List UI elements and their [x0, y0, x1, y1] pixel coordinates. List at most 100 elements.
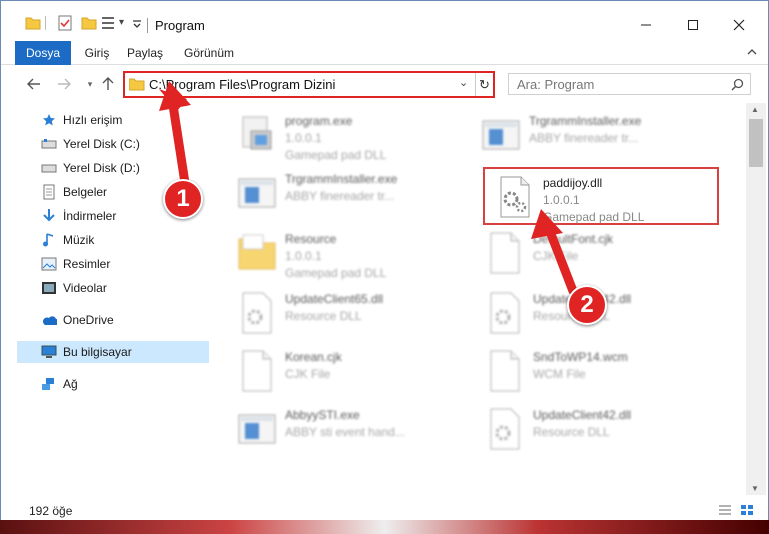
- nav-label: Belgeler: [63, 185, 108, 199]
- nav-item-local-disk-c[interactable]: Yerel Disk (C:) 📌: [41, 133, 247, 155]
- music-icon: [41, 232, 57, 248]
- file-item[interactable]: Resource 1.0.0.1 Gamepad pad DLL: [227, 225, 467, 283]
- installer-icon: [481, 113, 521, 157]
- exe-icon: [237, 113, 277, 157]
- scroll-down-icon[interactable]: ▼: [751, 484, 759, 493]
- nav-onedrive[interactable]: OneDrive: [41, 309, 233, 331]
- vertical-scrollbar[interactable]: ▲ ▼: [746, 103, 766, 495]
- file-name: SndToWP14.wcm: [533, 350, 628, 364]
- navigation-pane: Hızlı erişim Yerel Disk (C:) 📌 Yerel Dis…: [1, 103, 247, 495]
- title-bar: ▾ Program: [1, 1, 768, 41]
- dll-icon: [485, 291, 525, 335]
- file-name: TrgrammInstaller.exe: [529, 114, 642, 128]
- address-bar[interactable]: C:\Program Files\Program Dizini ⌄ ↻: [123, 71, 495, 98]
- file-item[interactable]: Korean.cjk CJK File: [227, 343, 467, 401]
- address-row: ▾ C:\Program Files\Program Dizini ⌄ ↻ Ar…: [1, 65, 768, 103]
- search-input[interactable]: Ara: Program: [508, 73, 751, 95]
- qa-dropdown-icon[interactable]: ▾: [119, 17, 124, 33]
- file-name: paddijoy.dll: [543, 176, 603, 190]
- file-item[interactable]: UpdateClient42.dll Resource DLL: [475, 401, 715, 459]
- nav-label: İndirmeler: [63, 209, 117, 223]
- network-icon: [41, 376, 57, 392]
- scrollbar-thumb[interactable]: [749, 119, 763, 167]
- file-name: Korean.cjk: [285, 350, 342, 364]
- tab-home[interactable]: Giriş: [81, 41, 113, 65]
- file-detail: CJK File: [285, 367, 331, 381]
- refresh-button[interactable]: ↻: [475, 73, 493, 96]
- file-item[interactable]: TrgrammInstaller.exe ABBY finereader tr..…: [471, 107, 711, 165]
- minimize-button[interactable]: [631, 11, 661, 39]
- forward-arrow-icon: [58, 78, 71, 90]
- search-icon[interactable]: [731, 78, 744, 91]
- file-item[interactable]: DefaultFont.cjk CJK File: [475, 225, 715, 283]
- installer-icon: [237, 171, 277, 215]
- download-icon: [41, 208, 57, 224]
- desktop-background: [0, 520, 769, 534]
- file-name: DefaultFont.cjk: [533, 232, 614, 246]
- file-list: program.exe 1.0.0.1 Gamepad pad DLL Trgramm…: [213, 103, 746, 495]
- refresh-icon: ↻: [479, 76, 490, 92]
- new-folder-icon[interactable]: [81, 15, 97, 31]
- dll-icon: [485, 407, 525, 451]
- scroll-up-icon[interactable]: ▲: [751, 105, 759, 114]
- details-view-icon[interactable]: [718, 504, 732, 516]
- nav-this-pc[interactable]: Bu bilgisayar: [17, 341, 209, 363]
- qa-divider: [45, 16, 46, 30]
- file-name: UpdateClient65.dll: [285, 292, 384, 306]
- callout-1: 1: [163, 179, 203, 219]
- file-detail: 1.0.0.1: [285, 131, 322, 145]
- close-button[interactable]: [724, 11, 754, 39]
- computer-icon: [41, 344, 57, 360]
- file-name: Resource: [285, 232, 337, 246]
- file-item[interactable]: program.exe 1.0.0.1 Gamepad pad DLL: [227, 107, 467, 165]
- nav-label: Videolar: [63, 281, 107, 295]
- nav-label: Hızlı erişim: [63, 113, 123, 127]
- file-item-target[interactable]: paddijoy.dll 1.0.0.1 Gamepad pad DLL: [483, 167, 719, 225]
- title-divider: [147, 18, 148, 33]
- back-button[interactable]: [25, 75, 43, 93]
- nav-quick-access[interactable]: Hızlı erişim: [41, 109, 233, 131]
- forward-button[interactable]: [55, 75, 73, 93]
- address-dropdown-icon[interactable]: ⌄: [459, 76, 468, 89]
- file-icon: [237, 349, 277, 393]
- file-name: AbbyySTI.exe: [285, 408, 360, 422]
- tab-share[interactable]: Paylaş: [125, 41, 165, 65]
- properties-icon[interactable]: [57, 15, 73, 31]
- file-item[interactable]: TrgrammInstaller.exe ABBY finereader tr..…: [227, 165, 467, 223]
- folder-icon: [237, 231, 277, 275]
- window-title: Program: [155, 18, 205, 33]
- file-detail: Resource DLL: [285, 309, 362, 323]
- qa-toolbar-chevron-icon[interactable]: [131, 15, 143, 31]
- recent-locations-button[interactable]: ▾: [81, 75, 99, 93]
- tab-view[interactable]: Görünüm: [179, 41, 239, 65]
- file-name: program.exe: [285, 114, 353, 128]
- file-detail: CJK File: [533, 249, 579, 263]
- callout-2: 2: [567, 285, 607, 325]
- file-item[interactable]: AbbyySTI.exe ABBY sti event hand...: [227, 401, 467, 459]
- file-detail: ABBY finereader tr...: [285, 189, 395, 203]
- nav-item-music[interactable]: Müzik 📌: [41, 229, 247, 251]
- close-icon[interactable]: [733, 19, 745, 31]
- nav-network[interactable]: Ağ: [41, 373, 233, 395]
- drive-icon: [41, 160, 57, 176]
- file-detail: ABBY finereader tr...: [529, 131, 639, 145]
- tiles-view-icon[interactable]: [740, 504, 754, 516]
- nav-item-pictures[interactable]: Resimler 📌: [41, 253, 247, 275]
- file-item[interactable]: UpdateClient65.dll Resource DLL: [227, 285, 467, 343]
- item-count: 192 öğe: [29, 504, 73, 518]
- chevron-down-icon: ▾: [87, 78, 93, 89]
- maximize-button[interactable]: [678, 11, 708, 39]
- folder-icon: [25, 17, 41, 30]
- up-button[interactable]: [99, 75, 117, 93]
- file-detail: 1.0.0.1: [285, 249, 322, 263]
- nav-item-videos[interactable]: Videolar 📌: [41, 277, 247, 299]
- address-path[interactable]: C:\Program Files\Program Dizini: [149, 77, 335, 92]
- nav-item-local-disk-d[interactable]: Yerel Disk (D:) 📌: [41, 157, 247, 179]
- nav-label: Ağ: [63, 377, 78, 391]
- file-item[interactable]: SndToWP14.wcm WCM File: [475, 343, 715, 401]
- nav-label: Yerel Disk (D:): [63, 161, 140, 175]
- expand-ribbon-icon[interactable]: [746, 46, 758, 58]
- customize-icon[interactable]: [101, 15, 117, 31]
- videos-icon: [41, 280, 57, 296]
- drive-icon: [41, 136, 57, 152]
